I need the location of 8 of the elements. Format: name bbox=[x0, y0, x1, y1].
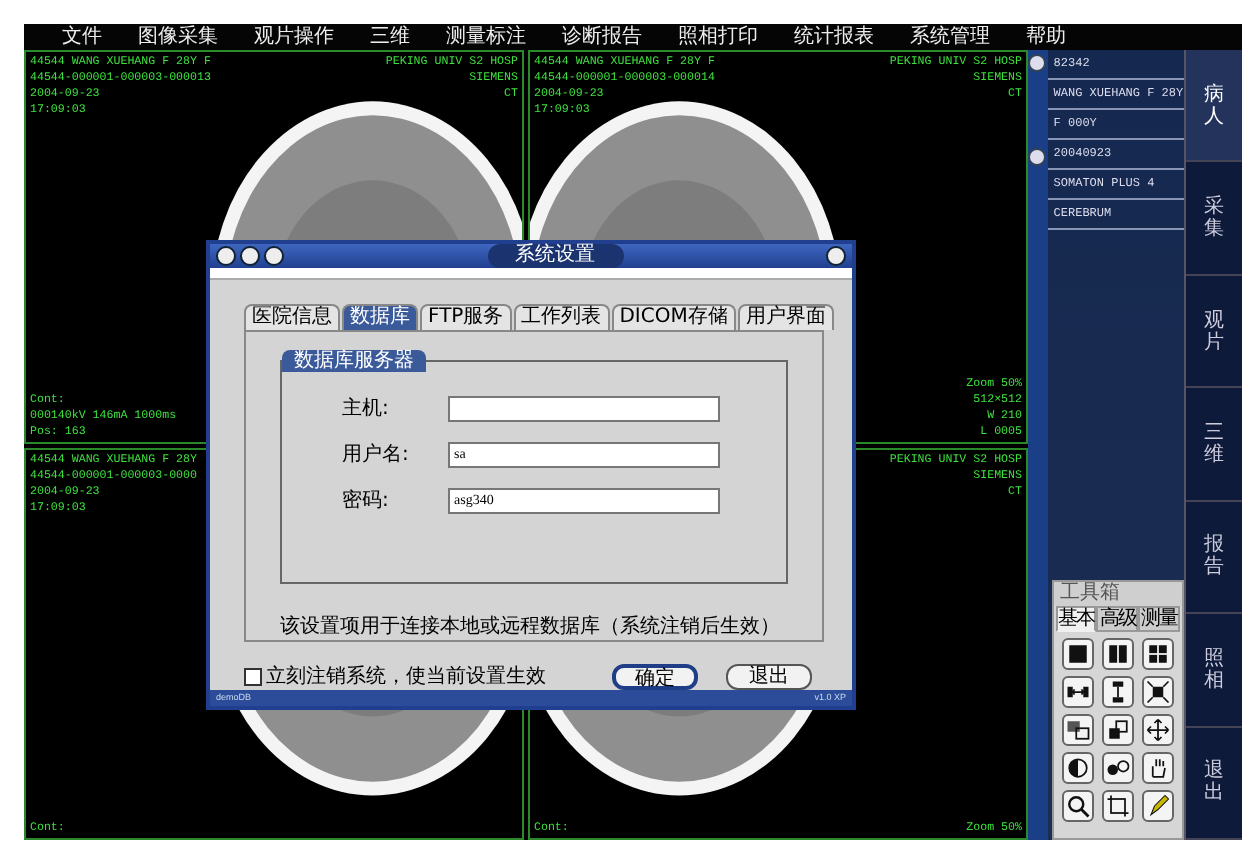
note-text: 该设置项用于连接本地或远程数据库（系统注销后生效） bbox=[280, 613, 782, 640]
dialog-title: 系统设置 bbox=[487, 244, 623, 268]
field-label: 密码: bbox=[340, 487, 391, 514]
group-title: 数据库服务器 bbox=[282, 350, 426, 372]
field-label: 主机: bbox=[340, 395, 391, 422]
toolbox-title: 工具箱 bbox=[1053, 582, 1182, 606]
checkbox-label: 立刻注销系统，使当前设置生效 bbox=[266, 663, 546, 690]
field-label: 用户名: bbox=[340, 441, 411, 468]
